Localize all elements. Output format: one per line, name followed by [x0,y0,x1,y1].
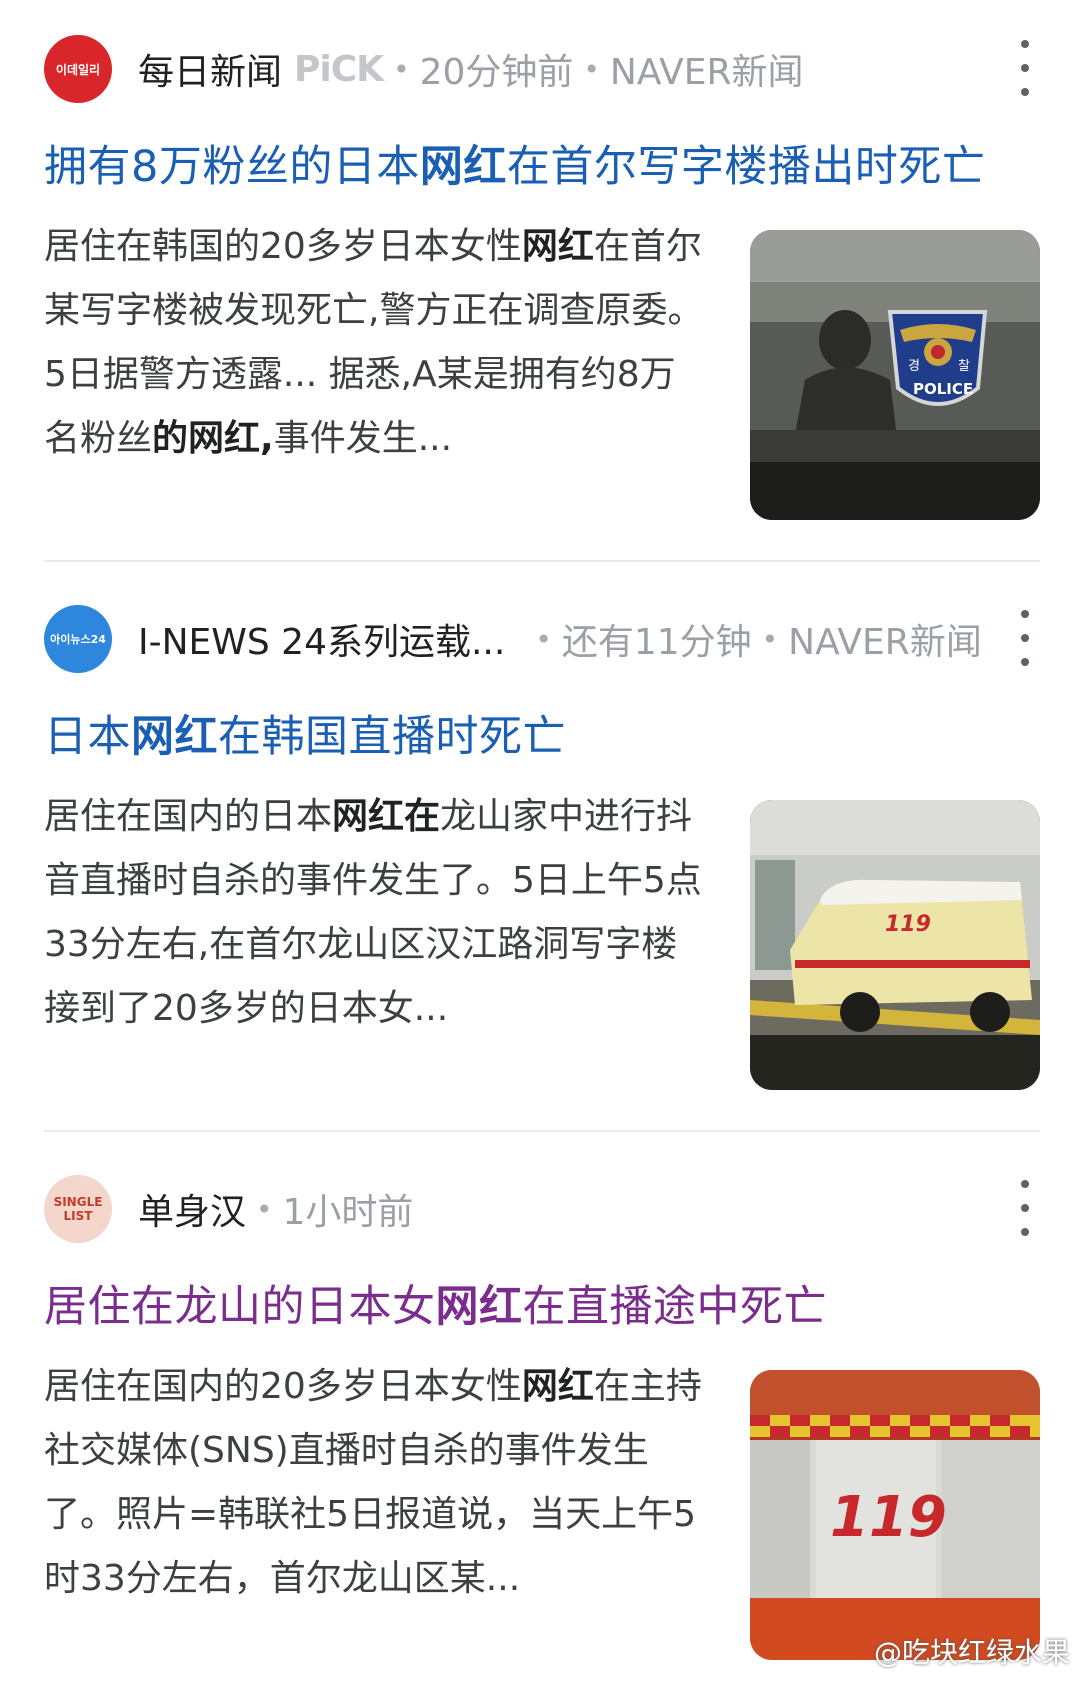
result-title-link[interactable]: 日本网红在韩国直播时死亡 [44,708,566,766]
platform-name: NAVER新闻 [609,52,804,93]
logo-text: 아이뉴스24 [50,633,106,646]
snippet-keyword: 网红 [521,1366,594,1407]
timestamp: 还有11分钟 [561,622,752,663]
more-options-icon[interactable] [1010,1180,1040,1236]
timestamp: 1小时前 [282,1192,414,1233]
police-photo [750,230,1040,520]
snippet-text: 事件发生... [273,418,453,459]
title-text: 在韩国直播时死亡 [218,712,566,762]
source-logo[interactable]: 이데일리 [44,35,112,103]
logo-text: 이데일리 [55,62,101,77]
source-logo[interactable]: 아이뉴스24 [44,605,112,673]
snippet-keyword: 网红在 [332,796,441,837]
title-text: 在直播途中死亡 [522,1282,827,1332]
result-title-link[interactable]: 居住在龙山的日本女网红在直播途中死亡 [44,1278,827,1336]
badge-left-text: 경 [908,359,920,374]
more-options-icon[interactable] [1010,40,1040,96]
badge-right-text: 찰 [958,359,970,374]
snippet-keyword: 的网红, [152,418,274,459]
source-name[interactable]: 单身汉 [138,1183,246,1235]
firetruck-119-text: 119 [830,1485,947,1550]
thumbnail-police[interactable]: 경 찰 POLICE [750,230,1040,520]
result-snippet: 居住在国内的20多岁日本女性网红在主持社交媒体(SNS)直播时自杀的事件发生了。… [44,1355,704,1611]
watermark: @吃块红绿水果 [873,1636,1070,1669]
pick-badge: PiCK [294,48,384,90]
platform-name: NAVER新闻 [788,622,982,663]
result-meta: 아이뉴스24 I-NEWS 24系列运载... • 还有11分钟 • NAVER… [44,604,1040,674]
result-snippet: 居住在国内的日本网红在龙山家中进行抖音直播时自杀的事件发生了。5日上午5点33分… [44,785,704,1041]
snippet-text: 居住在国内的20多岁日本女性 [44,1366,522,1407]
result-meta: SINGLE LIST 单身汉 • 1小时前 [44,1174,1040,1244]
snippet-keyword: 网红 [521,226,594,267]
result-divider [44,1130,1040,1132]
more-options-icon[interactable] [1010,610,1040,666]
logo-text: SINGLE LIST [53,1195,103,1223]
police-badge-text: POLICE [913,380,974,398]
timestamp: 20分钟前 [419,52,574,93]
source-logo[interactable]: SINGLE LIST [44,1175,112,1243]
separator-dot: • [761,622,779,656]
source-name[interactable]: I-NEWS 24系列运载... [138,613,505,665]
result-divider [44,560,1040,562]
result-snippet: 居住在韩国的20多岁日本女性网红在首尔某写字楼被发现死亡,警方正在调查原委。5日… [44,215,704,471]
title-text: 拥有8万粉丝的日本 [44,142,420,192]
snippet-text: 居住在国内的日本 [44,796,333,837]
separator-dot: • [535,622,552,656]
separator-dot: • [393,52,410,86]
result-meta: 이데일리 每日新闻 PiCK • 20分钟前 • NAVER新闻 [44,34,1040,104]
title-text: 在首尔写字楼播出时死亡 [506,142,986,192]
separator-dot: • [583,52,600,86]
title-keyword: 网红 [131,712,218,762]
title-text: 居住在龙山的日本女 [44,1282,436,1332]
ambulance-119-text: 119 [885,912,931,937]
title-text: 日本 [44,712,131,762]
news-result-3: SINGLE LIST 单身汉 • 1小时前 居住在龙山的日本女网红在直播途中死… [0,1140,1080,1681]
title-keyword: 网红 [435,1282,523,1332]
news-result-2: 아이뉴스24 I-NEWS 24系列运载... • 还有11分钟 • NAVER… [0,570,1080,1132]
ambulance-photo [750,800,1040,1090]
snippet-text: 居住在韩国的20多岁日本女性 [44,226,522,267]
result-title-link[interactable]: 拥有8万粉丝的日本网红在首尔写字楼播出时死亡 [44,138,985,196]
title-keyword: 网红 [419,142,507,192]
thumbnail-ambulance[interactable]: 119 [750,800,1040,1090]
source-name[interactable]: 每日新闻 [138,43,282,95]
separator-dot: • [256,1192,273,1226]
thumbnail-firetruck[interactable]: 119 [750,1370,1040,1660]
news-result-1: 이데일리 每日新闻 PiCK • 20分钟前 • NAVER新闻 拥有8万粉丝的… [0,0,1080,562]
